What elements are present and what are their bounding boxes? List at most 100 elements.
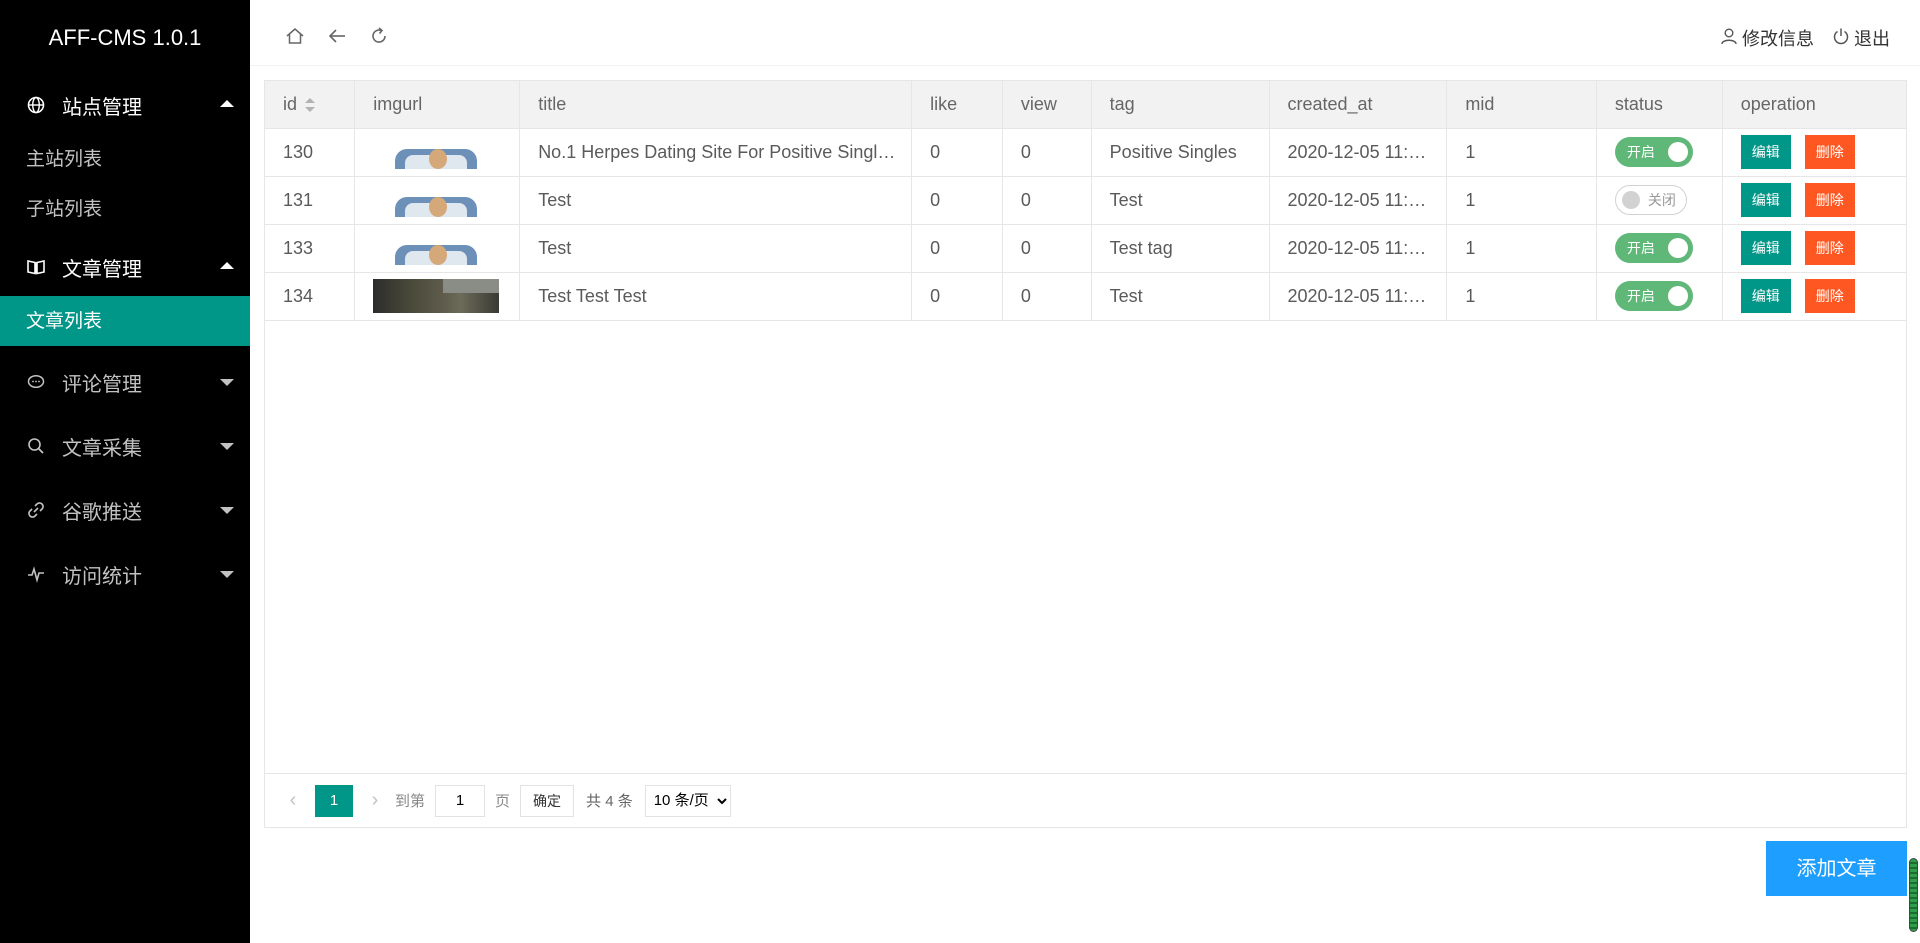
cell-status: 开启 bbox=[1596, 224, 1723, 273]
nav-label: 文章管理 bbox=[62, 256, 142, 281]
nav-label: 评论管理 bbox=[62, 371, 142, 396]
col-header-title: title bbox=[519, 81, 913, 129]
goto-confirm-button[interactable]: 确定 bbox=[520, 784, 575, 817]
nav-comment-management[interactable]: 评论管理 bbox=[0, 350, 250, 414]
delete-button[interactable]: 删除 bbox=[1804, 279, 1855, 313]
cell-view: 0 bbox=[1002, 176, 1092, 225]
status-toggle[interactable]: 开启 bbox=[1614, 281, 1693, 311]
nav-group-stats: 访问统计 bbox=[0, 542, 250, 606]
total-count: 共 4 条 bbox=[586, 793, 633, 810]
cell-created-at: 2020-12-05 11:… bbox=[1269, 128, 1448, 177]
edit-button[interactable]: 编辑 bbox=[1740, 231, 1791, 265]
link-icon bbox=[26, 500, 46, 520]
col-header-created-at: created_at bbox=[1269, 81, 1448, 129]
nav-group-articles: 文章管理 文章列表 bbox=[0, 238, 250, 346]
page-unit-label: 页 bbox=[495, 793, 511, 810]
refresh-icon[interactable] bbox=[368, 25, 390, 47]
status-toggle[interactable]: 开启 bbox=[1614, 233, 1693, 263]
col-header-view: view bbox=[1002, 81, 1092, 129]
table-row: 134 Test Test Test 0 0 Test 2020-12-05 1… bbox=[265, 272, 1906, 321]
cell-image bbox=[354, 224, 521, 273]
nav-visit-stats[interactable]: 访问统计 bbox=[0, 542, 250, 606]
nav-label: 文章采集 bbox=[62, 435, 142, 460]
cell-id: 130 bbox=[265, 128, 356, 177]
search-icon bbox=[26, 436, 46, 456]
add-article-button[interactable]: 添加文章 bbox=[1766, 841, 1907, 896]
cell-id: 131 bbox=[265, 176, 356, 225]
nav-article-collect[interactable]: 文章采集 bbox=[0, 414, 250, 478]
next-page-icon[interactable]: › bbox=[365, 789, 385, 812]
thumbnail-image bbox=[385, 135, 486, 169]
delete-button[interactable]: 删除 bbox=[1804, 183, 1855, 217]
nav-group-google: 谷歌推送 bbox=[0, 478, 250, 542]
nav-group-site: 站点管理 主站列表 子站列表 bbox=[0, 76, 250, 234]
power-icon bbox=[1832, 27, 1850, 50]
delete-button[interactable]: 删除 bbox=[1804, 231, 1855, 265]
page-number-input[interactable] bbox=[435, 784, 486, 817]
edit-button[interactable]: 编辑 bbox=[1740, 135, 1791, 169]
chevron-up-icon bbox=[220, 100, 234, 107]
user-icon bbox=[1720, 27, 1738, 50]
nav-article-management[interactable]: 文章管理 bbox=[0, 238, 250, 296]
sidebar-item-article-list[interactable]: 文章列表 bbox=[0, 296, 250, 346]
sort-icon[interactable] bbox=[305, 98, 316, 112]
cell-status: 开启 bbox=[1596, 128, 1723, 177]
nav-site-management[interactable]: 站点管理 bbox=[0, 76, 250, 134]
delete-button[interactable]: 删除 bbox=[1804, 135, 1855, 169]
thumbnail-image bbox=[385, 231, 486, 265]
cell-tag: Positive Singles bbox=[1091, 128, 1270, 177]
chevron-up-icon bbox=[220, 262, 234, 269]
cell-tag: Test bbox=[1091, 176, 1270, 225]
cell-title: Test bbox=[519, 224, 913, 273]
globe-icon bbox=[26, 95, 46, 115]
cell-title: Test bbox=[519, 176, 913, 225]
thumbnail-image bbox=[373, 279, 500, 313]
cell-status: 关闭 bbox=[1596, 176, 1723, 225]
edit-info-link[interactable]: 修改信息 bbox=[1720, 25, 1814, 51]
cell-mid: 1 bbox=[1446, 176, 1597, 225]
nav-label: 访问统计 bbox=[62, 563, 142, 588]
col-header-id[interactable]: id bbox=[265, 81, 356, 129]
cell-like: 0 bbox=[911, 272, 1003, 321]
nav-group-collect: 文章采集 bbox=[0, 414, 250, 478]
cell-image bbox=[354, 176, 521, 225]
cell-view: 0 bbox=[1002, 272, 1092, 321]
comment-icon bbox=[26, 372, 46, 392]
chevron-down-icon bbox=[220, 507, 234, 514]
col-header-operation: operation bbox=[1722, 81, 1906, 129]
cell-like: 0 bbox=[911, 224, 1003, 273]
sidebar-item-sub-sites[interactable]: 子站列表 bbox=[0, 184, 250, 234]
page-button-current[interactable]: 1 bbox=[315, 784, 353, 817]
cell-id: 134 bbox=[265, 272, 356, 321]
col-header-mid: mid bbox=[1446, 81, 1597, 129]
logout-link[interactable]: 退出 bbox=[1832, 25, 1890, 51]
cell-operation: 编辑 删除 bbox=[1722, 224, 1906, 273]
article-table: id imgurl title like view tag created_at… bbox=[265, 81, 1906, 321]
home-icon[interactable] bbox=[284, 25, 306, 47]
app-logo: AFF-CMS 1.0.1 bbox=[48, 25, 202, 50]
goto-label: 到第 bbox=[395, 793, 426, 810]
prev-page-icon[interactable]: ‹ bbox=[283, 789, 303, 812]
status-toggle[interactable]: 关闭 bbox=[1614, 185, 1687, 215]
cell-status: 开启 bbox=[1596, 272, 1723, 321]
cell-created-at: 2020-12-05 11:… bbox=[1269, 272, 1448, 321]
edit-button[interactable]: 编辑 bbox=[1740, 183, 1791, 217]
cell-operation: 编辑 删除 bbox=[1722, 128, 1906, 177]
sidebar-item-main-sites[interactable]: 主站列表 bbox=[0, 134, 250, 184]
nav-google-push[interactable]: 谷歌推送 bbox=[0, 478, 250, 542]
cell-image bbox=[354, 128, 521, 177]
logout-label: 退出 bbox=[1854, 29, 1890, 50]
table-row: 133 Test 0 0 Test tag 2020-12-05 11:… 1 … bbox=[265, 224, 1906, 273]
cell-like: 0 bbox=[911, 128, 1003, 177]
page-size-select[interactable]: 10 条/页 bbox=[644, 784, 731, 817]
cell-view: 0 bbox=[1002, 224, 1092, 273]
table-row: 130 No.1 Herpes Dating Site For Positive… bbox=[265, 128, 1906, 177]
back-icon[interactable] bbox=[326, 25, 348, 47]
col-header-like: like bbox=[911, 81, 1003, 129]
header-nav-icons bbox=[284, 25, 390, 47]
thumbnail-image bbox=[385, 183, 486, 217]
cell-mid: 1 bbox=[1446, 128, 1597, 177]
edit-button[interactable]: 编辑 bbox=[1740, 279, 1791, 313]
scroll-indicator bbox=[1909, 858, 1918, 932]
status-toggle[interactable]: 开启 bbox=[1614, 137, 1693, 167]
